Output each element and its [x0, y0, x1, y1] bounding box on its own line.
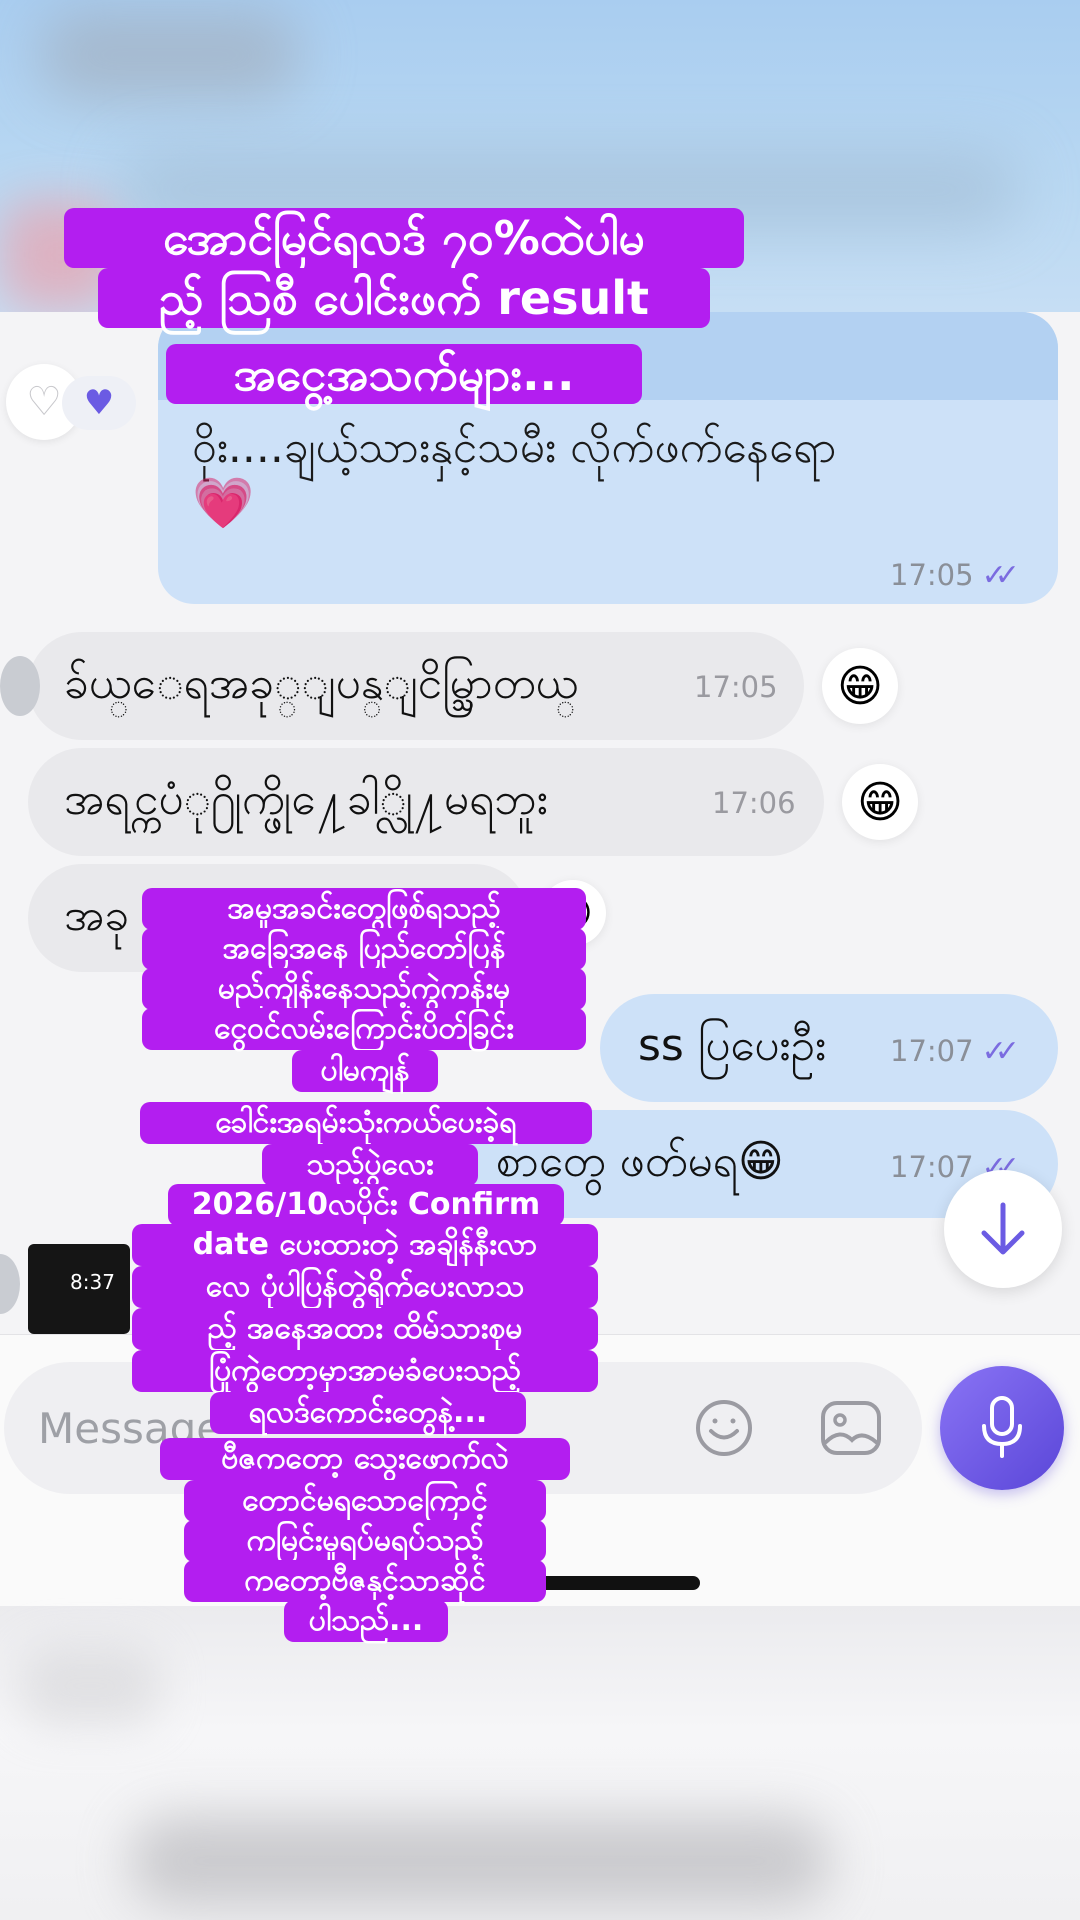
scroll-to-bottom-button[interactable] — [944, 1170, 1062, 1288]
caption-middle-line-2: အခြေအနေ ပြည်တော်ပြန် — [142, 928, 586, 970]
arrow-down-icon — [981, 1202, 1025, 1255]
heart-emoji: 💗 — [192, 474, 255, 532]
caption-middle-line-1: အမှုအခင်းတွေဖြစ်ရသည့် — [142, 888, 586, 930]
caption-middle-line-12: ပြုံကွဲတော့မှာအာမခံပေးသည့် — [132, 1350, 598, 1392]
video-thumbnail[interactable]: 8:37 — [28, 1244, 130, 1334]
caption-middle-line-4: ငွေဝင်လမ်းကြောင်းပိတ်ခြင်း — [142, 1008, 586, 1050]
caption-middle-line-15: တောင်မရသောကြောင့် — [184, 1480, 546, 1522]
caption-top-line-1: အောင်မြင်ရလဒ် ၇၀%ထဲပါမ — [64, 208, 744, 268]
grin-emoji-reaction-icon[interactable]: 😁 — [842, 764, 918, 840]
caption-middle-line-11: ည့် အနေအထား ထိမ်သားစုမ — [132, 1308, 598, 1350]
message-text: ခ်ယ္ေရအခု္ျပန္ျငိမ္သြာတယ္ — [64, 658, 579, 709]
message-time: 17:06 — [712, 786, 796, 820]
caption-middle-line-14: ဗီဇကတော့ သွေးဖောက်လဲ — [160, 1438, 570, 1480]
emoji-icon[interactable] — [694, 1398, 754, 1458]
message-time: 17:05 — [694, 670, 778, 704]
caption-middle-line-8: 2026/10လပိုင်း Confirm — [168, 1184, 564, 1226]
microphone-icon — [982, 1396, 1022, 1458]
caption-middle-line-3: မည်ကျိန်းနေသည့်ကွဲကန်းမှ — [142, 968, 586, 1010]
caption-middle-line-5: ပါမကျန် — [292, 1050, 438, 1092]
video-duration: 8:37 — [70, 1270, 115, 1294]
double-check-icon: ✓✓ — [981, 1034, 1020, 1069]
caption-middle-line-6: ခေါင်းအရမ်းသုံးကယ်ပေးခဲ့ရ — [140, 1102, 592, 1144]
outgoing-message-bubble[interactable]: ss ပြပေးဦး 17:07 ✓✓ — [600, 994, 1058, 1102]
incoming-message-bubble[interactable]: ခ်ယ္ေရအခု္ျပန္ျငိမ္သြာတယ္ 17:05 — [0, 632, 804, 740]
incoming-message-bubble[interactable]: အရင္ကပံု႐ိုက္ဖို႔ေခါ္လို႔မရဘူး 17:06 — [28, 748, 824, 856]
caption-top-line-2: ည့် ဩစီ ပေါင်းဖက် result — [98, 268, 710, 328]
heart-reaction-badge[interactable]: ♥ — [62, 376, 136, 430]
message-text: အခု — [64, 890, 130, 941]
message-time: 17:05 ✓✓ — [890, 558, 1020, 593]
message-text: ဝိုး....ချယ့်သားနှင့်သမီး လိုက်ဖက်နေရော — [192, 422, 837, 473]
gallery-icon[interactable] — [820, 1400, 882, 1456]
caption-middle-line-13: ရလဒ်ကောင်းတွေနဲ့... — [210, 1392, 526, 1434]
caption-middle-line-10: လေ ပုံပါပြန်တွဲရိုက်ပေးလာသ — [132, 1266, 598, 1308]
caption-middle-line-16: ကမြင်းမှုရပ်မရပ်သည့် — [184, 1520, 546, 1562]
message-time: 17:07 ✓✓ — [890, 1034, 1020, 1069]
message-text: ss ပြပေးဦး — [638, 1020, 827, 1071]
message-text: အရင္ကပံု႐ိုက္ဖို႔ေခါ္လို႔မရဘူး — [64, 774, 548, 825]
microphone-button[interactable] — [940, 1366, 1064, 1490]
caption-middle-line-9: date ပေးထားတဲ့ အချိန်နီးလာ — [132, 1224, 598, 1266]
blurred-footer — [0, 1606, 1080, 1920]
double-check-icon: ✓✓ — [981, 558, 1020, 593]
caption-middle-line-17: ကတော့ဗီဇနှင့်သာဆိုင် — [184, 1560, 546, 1602]
grin-emoji-reaction-icon[interactable]: 😁 — [822, 648, 898, 724]
avatar[interactable] — [0, 656, 40, 716]
caption-middle-line-7: သည့်ပွဲလေး — [262, 1144, 478, 1186]
caption-top-line-3: အငွေ့အသက်များ... — [166, 344, 642, 404]
caption-middle-line-18: ပါသည်... — [284, 1600, 448, 1642]
